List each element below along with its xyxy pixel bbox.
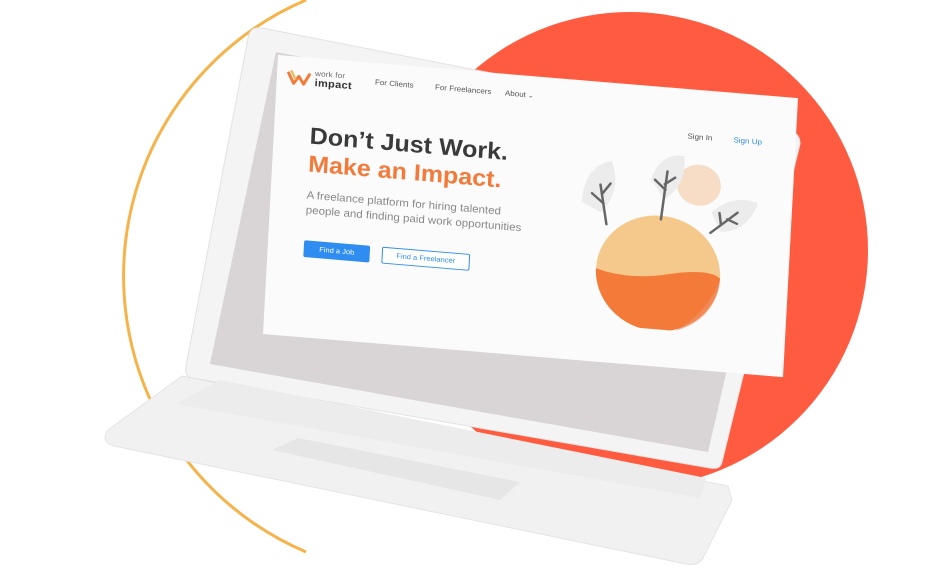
chevron-down-icon: ⌄ <box>527 92 534 100</box>
nav-for-clients[interactable]: For Clients <box>375 78 414 90</box>
nav-for-freelancers[interactable]: For Freelancers <box>435 83 492 96</box>
sign-up-link[interactable]: Sign Up <box>733 136 762 147</box>
nav-about[interactable]: About ⌄ <box>505 89 534 100</box>
laptop-screen: work for impact For Clients For Freelanc… <box>263 55 798 378</box>
find-a-freelancer-button[interactable]: Find a Freelancer <box>381 246 471 271</box>
hero-subtitle: A freelance platform for hiring talented… <box>305 190 522 234</box>
find-a-job-button[interactable]: Find a Job <box>303 240 371 263</box>
logo-text-line2: impact <box>314 77 353 92</box>
hero-illustration <box>581 155 759 332</box>
nav-about-label: About <box>504 88 527 99</box>
work-for-impact-logo[interactable]: work for impact <box>286 67 357 95</box>
logo-icon <box>286 69 312 86</box>
sign-in-link[interactable]: Sign In <box>687 132 712 142</box>
